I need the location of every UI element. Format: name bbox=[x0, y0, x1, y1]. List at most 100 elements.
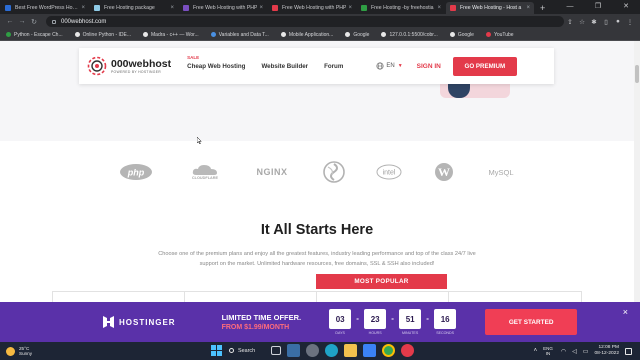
tab-title: Best Free WordPress Hostin bbox=[15, 5, 80, 11]
language-code: EN bbox=[386, 63, 395, 69]
hostinger-h-icon bbox=[103, 316, 114, 328]
bookmark-item[interactable]: Variables and Data T... bbox=[210, 32, 269, 38]
bookmark-favicon-icon bbox=[381, 32, 387, 37]
share-icon[interactable]: ⇪ bbox=[564, 18, 576, 26]
bookmark-favicon-icon bbox=[345, 32, 351, 37]
timer-days: 03 DAYS bbox=[329, 309, 352, 335]
webpage: 000webhost POWERED BY HOSTINGER SALE Che… bbox=[0, 41, 640, 343]
browser-tab-active[interactable]: Free Web Hosting - Host a × bbox=[446, 2, 534, 14]
tab-close-icon[interactable]: × bbox=[437, 5, 441, 11]
scrollbar-thumb[interactable] bbox=[635, 65, 639, 83]
timer-minutes: 51 MINUTES bbox=[399, 309, 422, 335]
litespeed-logo bbox=[322, 157, 346, 187]
tab-close-icon[interactable]: × bbox=[526, 5, 530, 11]
intel-logo: intel bbox=[375, 157, 403, 187]
countdown-timer: 03 DAYS - 23 HOURS - 51 MINUTES - 16 SEC… bbox=[329, 309, 457, 335]
bookmark-item[interactable]: Madra - c++ — Wor... bbox=[143, 32, 199, 38]
address-toolbar: ← → ↻ 000webhost.com ⇪ ☆ ✱ ▯ ● ⋮ bbox=[0, 14, 640, 29]
new-tab-button[interactable]: + bbox=[540, 2, 545, 14]
browser-tab[interactable]: Free Web Hosting with PHP × bbox=[268, 2, 356, 14]
logo-name: 000webhost bbox=[111, 58, 172, 70]
mysql-logo: MySQL bbox=[488, 167, 514, 177]
bookmark-item[interactable]: Online Python - IDE... bbox=[74, 32, 131, 38]
litespeed-swirl-icon bbox=[323, 161, 345, 183]
tab-close-icon[interactable]: × bbox=[259, 5, 263, 11]
page-headline: It All Starts Here bbox=[260, 222, 374, 238]
site-logo[interactable]: 000webhost POWERED BY HOSTINGER bbox=[87, 56, 171, 76]
timer-seconds: 16 SECONDS bbox=[434, 309, 457, 335]
file-explorer-icon[interactable] bbox=[344, 344, 357, 357]
taskbar-clock[interactable]: 12:08 PM 08-12-2022 bbox=[594, 345, 619, 357]
technology-logos: php CLOUDFLARE NGINX intel W MySQL bbox=[0, 157, 634, 187]
bookmark-item[interactable]: Google bbox=[345, 32, 369, 38]
os-taskbar: 25°C Sunny Search ˄ ENG IN ◠ ◁ ▭ 12:08 P… bbox=[0, 342, 640, 360]
bookmark-favicon-icon bbox=[143, 32, 148, 37]
opera-icon[interactable] bbox=[401, 344, 414, 357]
browser-tab[interactable]: Free Hosting -by freehostia × bbox=[357, 2, 445, 14]
bookmark-favicon-icon bbox=[74, 32, 80, 37]
get-started-button[interactable]: GET STARTED bbox=[485, 309, 578, 335]
profile-icon[interactable]: ● bbox=[612, 18, 624, 25]
go-premium-button[interactable]: GO PREMIUM bbox=[452, 56, 517, 76]
most-popular-badge: MOST POPULAR bbox=[316, 274, 447, 289]
edge-icon[interactable] bbox=[325, 344, 338, 357]
input-language[interactable]: ENG IN bbox=[543, 346, 553, 356]
maximize-icon[interactable]: ❐ bbox=[584, 0, 612, 14]
search-icon bbox=[229, 348, 234, 353]
store-icon[interactable] bbox=[363, 344, 376, 357]
back-icon[interactable]: ← bbox=[4, 18, 16, 25]
sidebar-icon[interactable]: ▯ bbox=[600, 18, 612, 26]
tab-close-icon[interactable]: × bbox=[348, 5, 352, 11]
bookmarks-bar: Python - Escape Ch... Online Python - ID… bbox=[0, 29, 640, 41]
youtube-icon bbox=[485, 32, 491, 37]
settings-icon[interactable] bbox=[306, 344, 319, 357]
browser-tab[interactable]: Best Free WordPress Hostin × bbox=[1, 2, 89, 14]
tab-title: Free Hosting package bbox=[104, 5, 155, 11]
bookmark-star-icon[interactable]: ☆ bbox=[576, 18, 588, 26]
bookmark-item[interactable]: Python - Escape Ch... bbox=[6, 32, 63, 38]
widgets-icon[interactable] bbox=[287, 344, 300, 357]
notifications-icon[interactable] bbox=[625, 347, 632, 355]
wifi-icon[interactable]: ◠ bbox=[561, 348, 566, 355]
site-header: 000webhost POWERED BY HOSTINGER SALE Che… bbox=[79, 48, 554, 84]
bookmark-item[interactable]: Mobile Application... bbox=[280, 32, 333, 38]
reload-icon[interactable]: ↻ bbox=[28, 18, 40, 26]
menu-icon[interactable]: ⋮ bbox=[624, 18, 636, 26]
tab-title: Free Web Hosting - Host a bbox=[460, 5, 522, 11]
chrome-icon[interactable] bbox=[382, 344, 395, 357]
tab-close-icon[interactable]: × bbox=[170, 5, 174, 11]
bookmark-item[interactable]: 127.0.0.1:5500/cobr... bbox=[381, 32, 438, 38]
bookmark-item[interactable]: Google bbox=[449, 32, 474, 38]
sign-in-link[interactable]: SIGN IN bbox=[417, 63, 441, 70]
battery-icon[interactable]: ▭ bbox=[583, 348, 589, 355]
close-window-icon[interactable]: ✕ bbox=[612, 0, 640, 14]
extensions-icon[interactable]: ✱ bbox=[588, 18, 600, 26]
browser-tab[interactable]: Free Web Hosting with PHP × bbox=[179, 2, 267, 14]
windows-start-icon[interactable] bbox=[210, 344, 223, 357]
task-view-icon[interactable] bbox=[271, 346, 281, 355]
chevron-up-icon[interactable]: ˄ bbox=[534, 348, 538, 354]
minimize-icon[interactable]: — bbox=[556, 0, 584, 14]
bookmark-item[interactable]: YouTube bbox=[485, 32, 514, 38]
volume-icon[interactable]: ◁ bbox=[572, 348, 577, 355]
nav-cheap-web-hosting[interactable]: SALE Cheap Web Hosting bbox=[187, 55, 245, 70]
taskbar-search[interactable]: Search bbox=[229, 348, 265, 354]
sale-badge: SALE bbox=[187, 54, 200, 60]
url-bar[interactable]: 000webhost.com bbox=[46, 16, 564, 27]
nav-forum[interactable]: Forum bbox=[324, 63, 343, 70]
nav-website-builder[interactable]: Website Builder bbox=[261, 63, 308, 70]
forward-icon[interactable]: → bbox=[16, 18, 28, 25]
browser-tab[interactable]: Free Hosting package × bbox=[90, 2, 178, 14]
promo-banner: HOSTINGER LIMITED TIME OFFER. FROM $1.99… bbox=[0, 302, 640, 342]
tab-favicon-icon bbox=[5, 5, 11, 11]
php-logo: php bbox=[118, 157, 154, 187]
000webhost-logo-icon bbox=[87, 56, 107, 76]
language-selector[interactable]: EN ▼ bbox=[376, 62, 403, 70]
tab-close-icon[interactable]: × bbox=[81, 5, 85, 11]
svg-text:W: W bbox=[438, 165, 450, 179]
page-scrollbar[interactable] bbox=[634, 41, 640, 303]
close-banner-icon[interactable]: × bbox=[623, 307, 628, 317]
php-logo-text: php bbox=[127, 167, 145, 177]
intel-logo-text: intel bbox=[383, 170, 396, 177]
weather-widget[interactable]: 25°C Sunny bbox=[6, 346, 32, 357]
